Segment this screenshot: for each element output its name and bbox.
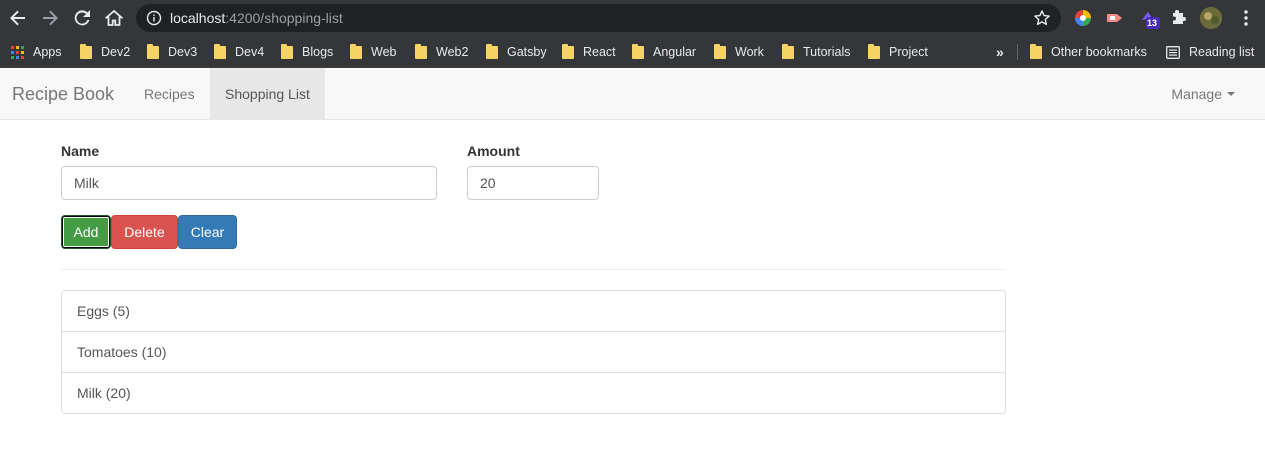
folder-icon — [486, 43, 498, 59]
url-host: localhost — [170, 10, 226, 26]
bookmark-folder-dev4[interactable]: Dev4 — [214, 36, 264, 68]
folder-icon — [147, 43, 159, 59]
nav-link-recipes[interactable]: Recipes — [129, 68, 210, 120]
bookmark-folder-work[interactable]: Work — [714, 36, 764, 68]
app-navbar: Recipe Book Recipes Shopping List Manage — [0, 68, 1265, 120]
folder-icon — [80, 43, 92, 59]
bookmark-folder-react[interactable]: React — [562, 36, 616, 68]
name-input[interactable]: Milk — [61, 166, 437, 200]
bookmark-label: Angular — [653, 45, 697, 59]
name-label: Name — [61, 143, 100, 159]
amount-label: Amount — [467, 143, 520, 159]
bookmark-label: Dev3 — [168, 45, 198, 59]
bookmark-folder-gatsby[interactable]: Gatsby — [486, 36, 547, 68]
bookmark-label: Dev4 — [235, 45, 265, 59]
list-item[interactable]: Milk (20) — [62, 373, 1005, 413]
bookmark-label: Web2 — [436, 45, 469, 59]
folder-icon — [714, 43, 726, 59]
color-extension-icon[interactable] — [1073, 8, 1093, 28]
browser-toolbar: localhost:4200/shopping-list 13 — [0, 0, 1265, 36]
bookmark-label: Web — [371, 45, 397, 59]
bookmark-label: Work — [735, 45, 764, 59]
manage-dropdown[interactable]: Manage — [1171, 68, 1235, 120]
divider — [61, 269, 1006, 270]
address-bar[interactable]: localhost:4200/shopping-list — [136, 4, 1061, 32]
bookmark-label: Project — [889, 45, 928, 59]
add-button[interactable]: Add — [61, 215, 111, 249]
bookmark-apps[interactable]: Apps — [11, 36, 62, 68]
forward-icon[interactable] — [39, 7, 61, 29]
extensions-puzzle-icon[interactable] — [1170, 8, 1190, 28]
folder-icon — [214, 43, 226, 59]
bookmark-label: Tutorials — [803, 45, 851, 59]
caret-down-icon — [1227, 92, 1235, 97]
brand-link[interactable]: Recipe Book — [12, 68, 114, 120]
apps-grid-icon — [11, 45, 24, 59]
bookmark-label: Blogs — [302, 45, 334, 59]
url-path: :4200/shopping-list — [225, 10, 343, 26]
bookmark-label: Apps — [33, 45, 62, 59]
bookmarks-divider — [1017, 44, 1018, 60]
bookmark-label: Reading list — [1189, 45, 1255, 59]
nav-link-shopping-list[interactable]: Shopping List — [210, 68, 325, 120]
bookmarks-bar: Apps Dev2 Dev3 Dev4 Blogs Web Web2 Gatsb… — [0, 36, 1265, 68]
profile-avatar-icon[interactable] — [1200, 7, 1222, 29]
bookmark-folder-dev3[interactable]: Dev3 — [147, 36, 197, 68]
bookmark-label: Dev2 — [101, 45, 131, 59]
back-icon[interactable] — [7, 7, 29, 29]
extension-badge: 13 — [1147, 18, 1158, 28]
clear-button[interactable]: Clear — [178, 215, 237, 249]
bookmark-folder-project[interactable]: Project — [868, 36, 928, 68]
manage-label: Manage — [1171, 86, 1222, 102]
folder-icon — [350, 43, 362, 59]
folder-icon — [632, 43, 644, 59]
browser-menu-icon[interactable] — [1236, 8, 1256, 28]
extension-badge-icon[interactable]: 13 — [1139, 8, 1160, 29]
reload-icon[interactable] — [71, 7, 93, 29]
bookmark-label: Gatsby — [507, 45, 547, 59]
bookmark-label: React — [583, 45, 616, 59]
amount-input[interactable]: 20 — [467, 166, 599, 200]
bookmark-star-icon[interactable] — [1033, 9, 1051, 27]
bookmarks-overflow-button[interactable]: » — [996, 36, 1004, 68]
home-icon[interactable] — [103, 7, 125, 29]
reading-list-icon — [1166, 45, 1180, 59]
list-item[interactable]: Eggs (5) — [62, 291, 1005, 332]
bookmark-folder-web2[interactable]: Web2 — [415, 36, 468, 68]
reading-list-button[interactable]: Reading list — [1166, 36, 1254, 68]
bookmark-folder-other[interactable]: Other bookmarks — [1030, 36, 1147, 68]
list-item[interactable]: Tomatoes (10) — [62, 332, 1005, 373]
site-info-icon[interactable] — [146, 10, 162, 26]
url-text[interactable]: localhost:4200/shopping-list — [170, 10, 343, 26]
bookmark-folder-web[interactable]: Web — [350, 36, 396, 68]
folder-icon — [868, 43, 880, 59]
bookmark-folder-blogs[interactable]: Blogs — [281, 36, 333, 68]
bookmark-folder-angular[interactable]: Angular — [632, 36, 696, 68]
video-extension-icon[interactable] — [1105, 8, 1125, 28]
folder-icon — [415, 43, 427, 59]
folder-icon — [1030, 43, 1042, 59]
bookmark-folder-dev2[interactable]: Dev2 — [80, 36, 130, 68]
folder-icon — [782, 43, 794, 59]
folder-icon — [281, 43, 293, 59]
shopping-list: Eggs (5) Tomatoes (10) Milk (20) — [61, 290, 1006, 414]
bookmark-folder-tutorials[interactable]: Tutorials — [782, 36, 850, 68]
folder-icon — [562, 43, 574, 59]
delete-button[interactable]: Delete — [111, 215, 178, 249]
bookmark-label: Other bookmarks — [1051, 45, 1147, 59]
